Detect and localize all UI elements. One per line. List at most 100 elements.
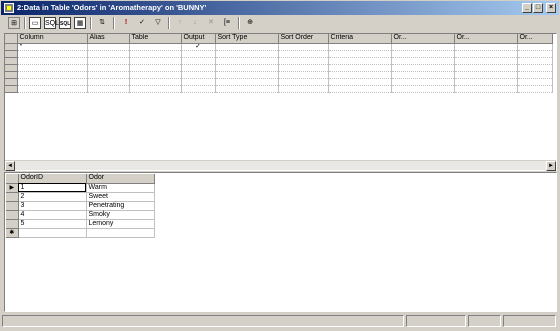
criteria-cell[interactable] — [328, 50, 392, 58]
criteria-cell[interactable] — [17, 50, 88, 58]
odorid-cell[interactable]: 1 — [18, 183, 87, 193]
sort-desc-icon[interactable]: ↓ — [189, 17, 201, 29]
column-header-sort-order[interactable]: Sort Order — [278, 34, 329, 44]
odor-cell[interactable]: Lemony — [86, 219, 155, 229]
column-header-odor[interactable]: Odor — [86, 174, 155, 184]
filter-icon[interactable]: ▽ — [152, 17, 164, 29]
criteria-cell[interactable] — [278, 78, 329, 86]
result-row[interactable]: 5 Lemony — [6, 219, 155, 229]
criteria-cell[interactable] — [17, 78, 88, 86]
criteria-cell[interactable] — [517, 64, 553, 72]
result-row[interactable]: 3 Penetrating — [6, 201, 155, 211]
result-row[interactable]: ▶ 1 Warm — [6, 183, 155, 193]
row-selector[interactable] — [5, 43, 18, 51]
criteria-row[interactable] — [5, 57, 553, 65]
results-pane-icon[interactable]: ▦ — [74, 17, 86, 29]
criteria-cell[interactable] — [454, 85, 518, 93]
criteria-cell[interactable] — [215, 85, 279, 93]
odor-cell[interactable]: Penetrating — [86, 201, 155, 211]
column-header-criteria[interactable]: Criteria — [328, 34, 392, 44]
column-header-sort-type[interactable]: Sort Type — [215, 34, 279, 44]
criteria-horizontal-scrollbar[interactable]: ◄ ► — [5, 160, 556, 171]
group-by-icon[interactable]: [≡ — [221, 17, 233, 29]
minimize-button[interactable]: _ — [522, 3, 532, 13]
row-selector[interactable] — [6, 201, 19, 211]
criteria-cell[interactable] — [129, 78, 182, 86]
change-type-icon[interactable]: ⇅ — [96, 17, 108, 29]
scroll-left-icon[interactable]: ◄ — [5, 161, 15, 171]
criteria-row[interactable]: * ✓ — [5, 43, 553, 51]
restore-button[interactable]: □ — [533, 3, 543, 13]
criteria-cell[interactable] — [391, 57, 455, 65]
criteria-cell[interactable] — [328, 85, 392, 93]
column-header-odorid[interactable]: OdorID — [18, 174, 87, 184]
criteria-cell[interactable] — [215, 78, 279, 86]
criteria-row[interactable] — [5, 71, 553, 79]
criteria-cell[interactable] — [328, 71, 392, 79]
criteria-row[interactable] — [5, 78, 553, 86]
criteria-cell[interactable] — [454, 50, 518, 58]
criteria-cell[interactable] — [517, 50, 553, 58]
column-header-column[interactable]: Column — [17, 34, 88, 44]
criteria-cell[interactable] — [391, 78, 455, 86]
row-selector[interactable] — [5, 85, 18, 93]
criteria-cell[interactable] — [454, 71, 518, 79]
criteria-row[interactable] — [5, 64, 553, 72]
criteria-cell[interactable] — [454, 78, 518, 86]
criteria-cell[interactable] — [517, 43, 553, 51]
column-header-output[interactable]: Output — [181, 34, 216, 44]
criteria-cell[interactable] — [454, 43, 518, 51]
criteria-cell[interactable] — [391, 71, 455, 79]
add-table-icon[interactable]: ⊕ — [244, 17, 256, 29]
criteria-cell[interactable] — [517, 57, 553, 65]
criteria-cell[interactable] — [278, 85, 329, 93]
column-header-alias[interactable]: Alias — [87, 34, 130, 44]
criteria-cell[interactable] — [87, 64, 130, 72]
verify-sql-icon[interactable]: ✓ — [136, 17, 148, 29]
criteria-cell[interactable] — [215, 71, 279, 79]
criteria-row[interactable] — [5, 85, 553, 93]
criteria-cell[interactable] — [129, 50, 182, 58]
odor-cell[interactable] — [86, 228, 155, 238]
row-selector[interactable] — [5, 71, 18, 79]
scroll-right-icon[interactable]: ► — [546, 161, 556, 171]
output-checkbox[interactable] — [181, 50, 216, 58]
criteria-cell[interactable] — [17, 64, 88, 72]
criteria-cell[interactable] — [454, 57, 518, 65]
criteria-cell[interactable] — [328, 57, 392, 65]
grid-pane-icon[interactable]: ▭ — [29, 17, 41, 29]
criteria-cell[interactable] — [215, 57, 279, 65]
odorid-cell[interactable]: 4 — [18, 210, 87, 220]
odorid-cell[interactable] — [18, 228, 87, 238]
row-selector[interactable] — [5, 50, 18, 58]
odor-cell[interactable]: Sweet — [86, 192, 155, 202]
criteria-cell[interactable] — [391, 85, 455, 93]
row-selector[interactable] — [5, 78, 18, 86]
criteria-cell[interactable] — [328, 43, 392, 51]
criteria-cell[interactable] — [517, 85, 553, 93]
criteria-cell[interactable] — [129, 43, 182, 51]
sql-label-icon[interactable]: SQL — [59, 17, 71, 29]
new-record-icon[interactable]: ✱ — [6, 228, 19, 238]
odor-cell[interactable]: Smoky — [86, 210, 155, 220]
criteria-cell[interactable] — [129, 85, 182, 93]
criteria-cell[interactable] — [517, 78, 553, 86]
output-checkbox[interactable] — [181, 71, 216, 79]
odor-cell[interactable]: Warm — [86, 183, 155, 193]
diagram-pane-icon[interactable]: ⊞ — [8, 17, 20, 29]
criteria-cell[interactable] — [87, 43, 130, 51]
odorid-cell[interactable]: 2 — [18, 192, 87, 202]
criteria-cell[interactable] — [87, 85, 130, 93]
criteria-cell[interactable] — [87, 50, 130, 58]
current-row-indicator-icon[interactable]: ▶ — [6, 183, 19, 193]
criteria-cell[interactable]: * — [17, 43, 88, 51]
row-selector[interactable] — [6, 192, 19, 202]
criteria-cell[interactable] — [87, 71, 130, 79]
criteria-cell[interactable] — [17, 85, 88, 93]
sql-pane-icon[interactable]: SQL — [44, 17, 59, 29]
criteria-cell[interactable] — [278, 64, 329, 72]
criteria-cell[interactable] — [278, 43, 329, 51]
close-button[interactable]: × — [546, 3, 556, 13]
result-row[interactable]: 4 Smoky — [6, 210, 155, 220]
row-selector[interactable] — [6, 219, 19, 229]
